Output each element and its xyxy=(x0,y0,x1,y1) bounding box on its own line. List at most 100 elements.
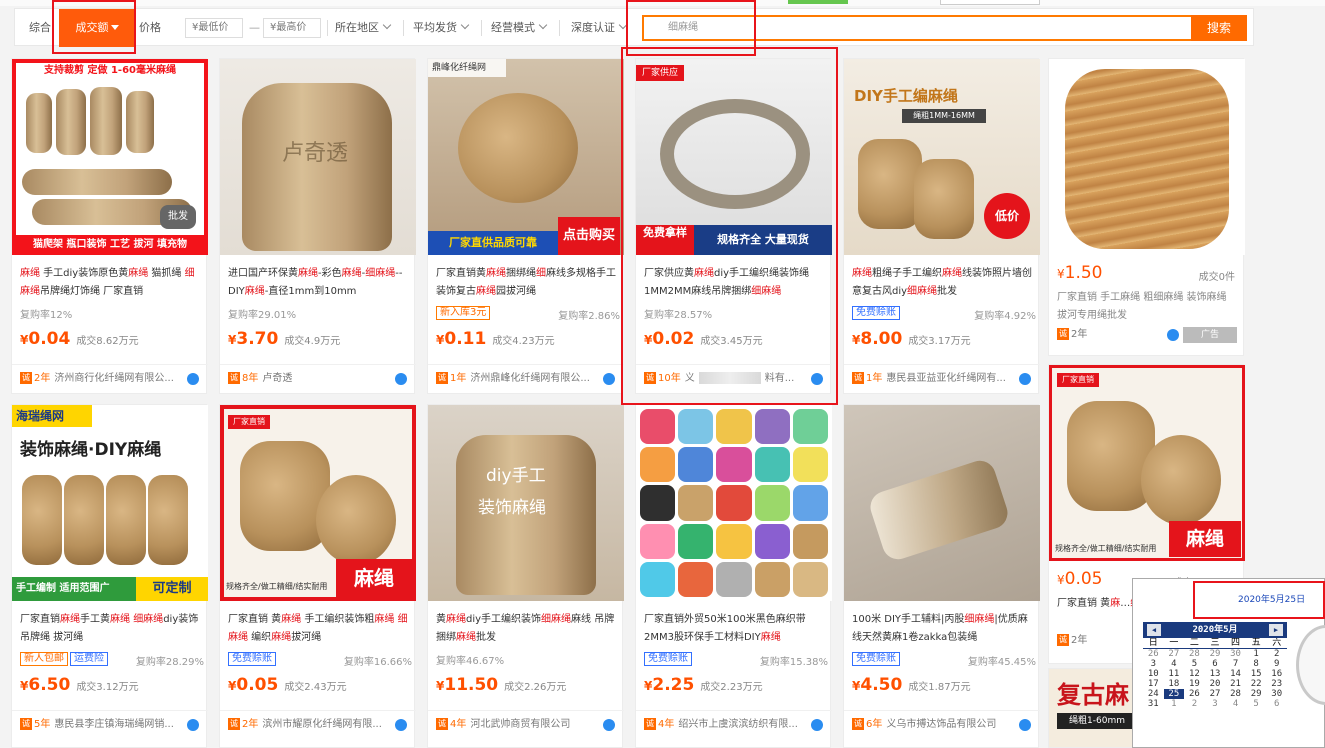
calendar-day[interactable]: 8 xyxy=(1246,659,1267,669)
chat-icon[interactable] xyxy=(1019,373,1031,385)
product-card[interactable]: diy手工 装饰麻绳 黄麻绳diy手工编织装饰细麻绳麻线 吊牌捆绑麻绳批发 复购… xyxy=(427,404,624,748)
calendar-day[interactable]: 2 xyxy=(1266,649,1287,659)
calendar-day[interactable]: 29 xyxy=(1205,649,1226,659)
calendar-day[interactable]: 23 xyxy=(1266,679,1287,689)
chat-icon[interactable] xyxy=(1019,719,1031,731)
product-card[interactable]: 支持裁剪 定做 1-60毫米麻绳 批发 猫爬架 瓶口装饰 工艺 拔河 填充物 麻… xyxy=(11,58,208,394)
product-card[interactable]: 厂家直销外贸50米100米黑色麻织带2MM3股环保手工材料DIY麻绳 免费赊账 复… xyxy=(635,404,832,748)
product-title[interactable]: 100米 DIY手工辅料|丙股细麻绳|优质麻线天然黄麻1卷zakka包装绳 xyxy=(852,611,1034,647)
calendar-day[interactable]: 1 xyxy=(1164,699,1185,709)
shop-name[interactable]: 惠民县李庄镇海瑞绳网销... xyxy=(54,719,174,730)
calendar-day[interactable]: 18 xyxy=(1164,679,1185,689)
calendar-day[interactable]: 19 xyxy=(1184,679,1205,689)
calendar-day[interactable]: 5 xyxy=(1246,699,1267,709)
calendar-day[interactable]: 2 xyxy=(1184,699,1205,709)
filter-avg-shipping[interactable]: 平均发货 xyxy=(413,19,470,37)
calendar-day[interactable]: 5 xyxy=(1184,659,1205,669)
calendar-day[interactable]: 28 xyxy=(1225,689,1246,699)
product-title[interactable]: 厂家直销外贸50米100米黑色麻织带2MM3股环保手工材料DIY麻绳 xyxy=(644,611,826,647)
shop-name[interactable]: 河北武帅商贸有限公司 xyxy=(470,719,570,730)
product-image[interactable] xyxy=(1049,59,1245,255)
chat-icon[interactable] xyxy=(603,373,615,385)
product-card[interactable]: DIY手工编麻绳 绳粗1MM-16MM 低价 麻绳粗绳子手工编织麻绳线装饰照片墙… xyxy=(843,58,1040,394)
shop-name[interactable]: 绍兴市上虞滨滨纺织有限... xyxy=(678,719,798,730)
chat-icon[interactable] xyxy=(603,719,615,731)
filter-comprehensive[interactable]: 综合 xyxy=(29,19,51,37)
calendar-day[interactable]: 10 xyxy=(1143,669,1164,679)
next-month-icon[interactable]: ▶ xyxy=(1269,624,1283,636)
calendar-day[interactable]: 26 xyxy=(1143,649,1164,659)
filter-price[interactable]: 价格 xyxy=(139,19,161,37)
product-card-ad[interactable]: ¥1.50 成交0件 厂家直销 手工麻绳 粗细麻绳 装饰麻绳 拔河专用绳批发 诚2… xyxy=(1048,58,1245,356)
product-image[interactable]: DIY手工编麻绳 绳粗1MM-16MM 低价 xyxy=(844,59,1040,255)
filter-location[interactable]: 所在地区 xyxy=(335,19,392,37)
calendar-day[interactable]: 27 xyxy=(1205,689,1226,699)
calendar-day[interactable]: 25 xyxy=(1163,689,1185,699)
shop-row[interactable]: 诚 1年 惠民县亚益亚化纤绳网有... xyxy=(844,364,1040,392)
product-title[interactable]: 厂家直销麻绳手工黄麻绳 细麻绳diy装饰吊牌绳 拔河绳 xyxy=(20,611,202,647)
product-image[interactable]: 厂家直销 规格齐全/做工精细/结实耐用 麻绳 xyxy=(1049,365,1245,561)
product-title[interactable]: 厂家直销 黄麻绳 手工编织装饰粗麻绳 细麻绳 编织麻绳拔河绳 xyxy=(228,611,410,647)
product-title[interactable]: 黄麻绳diy手工编织装饰细麻绳麻线 吊牌捆绑麻绳批发 xyxy=(436,611,618,647)
product-title[interactable]: 厂家直销 手工麻绳 粗细麻绳 装饰麻绳 拔河专用绳批发 xyxy=(1057,289,1239,325)
shop-row[interactable]: 诚 4年 河北武帅商贸有限公司 xyxy=(428,710,624,738)
calendar-day[interactable]: 3 xyxy=(1143,659,1164,669)
chat-icon[interactable] xyxy=(395,719,407,731)
shop-name[interactable]: 卢奇透 xyxy=(262,373,292,384)
calendar-day[interactable]: 13 xyxy=(1205,669,1226,679)
product-title[interactable]: 麻绳 手工diy装饰原色黄麻绳 猫抓绳 细麻绳吊牌绳灯饰绳 厂家直销 xyxy=(20,265,202,301)
calendar-day[interactable]: 14 xyxy=(1225,669,1246,679)
product-card[interactable]: 海瑞绳网 装饰麻绳·DIY麻绳 手工编制 适用范围广 可定制 厂家直销麻绳手工黄… xyxy=(11,404,208,748)
product-title[interactable]: 麻绳粗绳子手工编织麻绳线装饰照片墙创意复古风diy细麻绳批发 xyxy=(852,265,1034,301)
product-image[interactable]: 支持裁剪 定做 1-60毫米麻绳 批发 猫爬架 瓶口装饰 工艺 拔河 填充物 xyxy=(12,59,208,255)
calendar-day[interactable]: 7 xyxy=(1225,659,1246,669)
calendar-day[interactable]: 3 xyxy=(1205,699,1226,709)
shop-row[interactable]: 诚 2年 滨州市耀原化纤绳网有限... xyxy=(220,710,416,738)
filter-business-mode[interactable]: 经营模式 xyxy=(491,19,548,37)
product-image[interactable]: 卢奇透 xyxy=(220,59,416,255)
calendar-day[interactable]: 4 xyxy=(1164,659,1185,669)
shop-name[interactable]: 义乌市搏达饰品有限公司 xyxy=(886,719,996,730)
product-card[interactable]: 厂家直销 规格齐全/做工精细/结实耐用 麻绳 厂家直销 黄麻绳 手工编织装饰粗麻… xyxy=(219,404,416,748)
calendar-day[interactable]: 11 xyxy=(1164,669,1185,679)
shop-row[interactable]: 诚 8年 卢奇透 xyxy=(220,364,416,392)
calendar-day[interactable]: 31 xyxy=(1143,699,1164,709)
calendar-day[interactable]: 15 xyxy=(1246,669,1267,679)
product-card[interactable]: 100米 DIY手工辅料|丙股细麻绳|优质麻线天然黄麻1卷zakka包装绳 免费… xyxy=(843,404,1040,748)
shop-row[interactable]: 诚 2年 广告 xyxy=(1049,321,1245,349)
calendar-day[interactable]: 24 xyxy=(1143,689,1164,699)
calendar-day[interactable]: 26 xyxy=(1184,689,1205,699)
product-title[interactable]: 厂家直销黄麻绳捆绑绳细麻线多规格手工装饰复古麻绳园拔河绳 xyxy=(436,265,618,301)
shop-row[interactable]: 诚 4年 绍兴市上虞滨滨纺织有限... xyxy=(636,710,832,738)
calendar-day[interactable]: 22 xyxy=(1246,679,1267,689)
chat-icon[interactable] xyxy=(395,373,407,385)
calendar-day[interactable]: 9 xyxy=(1266,659,1287,669)
shop-name[interactable]: 惠民县亚益亚化纤绳网有... xyxy=(886,373,1006,384)
shop-name[interactable]: 济州商行化纤绳网有限公... xyxy=(54,373,174,384)
calendar-day[interactable]: 29 xyxy=(1246,689,1267,699)
shop-name[interactable]: 济州鼎峰化纤绳网有限公... xyxy=(470,373,590,384)
shop-row[interactable]: 诚 5年 惠民县李庄镇海瑞绳网销... xyxy=(12,710,208,738)
max-price-input[interactable]: ¥最高价 xyxy=(263,18,321,38)
chat-icon[interactable] xyxy=(187,719,199,731)
calendar-day[interactable]: 16 xyxy=(1266,669,1287,679)
shop-row[interactable]: 诚 1年 济州鼎峰化纤绳网有限公... xyxy=(428,364,624,392)
calendar-day[interactable]: 30 xyxy=(1225,649,1246,659)
filter-depth-cert[interactable]: 深度认证 xyxy=(571,19,628,37)
calendar-day[interactable]: 20 xyxy=(1205,679,1226,689)
calendar-day[interactable]: 6 xyxy=(1205,659,1226,669)
shop-row[interactable]: 诚 6年 义乌市搏达饰品有限公司 xyxy=(844,710,1040,738)
product-card[interactable]: 卢奇透 进口国产环保黄麻绳-彩色麻绳-细麻绳--DIY麻绳-直径1mm到10mm… xyxy=(219,58,416,394)
product-card[interactable]: 鼎峰化纤绳网 厂家直供品质可靠 点击购买 厂家直销黄麻绳捆绑绳细麻线多规格手工装… xyxy=(427,58,624,394)
shop-row[interactable]: 诚 2年 济州商行化纤绳网有限公... xyxy=(12,364,208,392)
calendar-day[interactable]: 6 xyxy=(1266,699,1287,709)
product-image[interactable] xyxy=(844,405,1040,601)
calendar-day[interactable]: 28 xyxy=(1184,649,1205,659)
calendar-day[interactable]: 21 xyxy=(1225,679,1246,689)
product-title[interactable]: 进口国产环保黄麻绳-彩色麻绳-细麻绳--DIY麻绳-直径1mm到10mm xyxy=(228,265,410,301)
calendar-day[interactable]: 30 xyxy=(1266,689,1287,699)
product-image[interactable] xyxy=(636,405,832,601)
shop-name[interactable]: 滨州市耀原化纤绳网有限... xyxy=(262,719,382,730)
product-image[interactable]: diy手工 装饰麻绳 xyxy=(428,405,624,601)
calendar-day[interactable]: 1 xyxy=(1246,649,1267,659)
